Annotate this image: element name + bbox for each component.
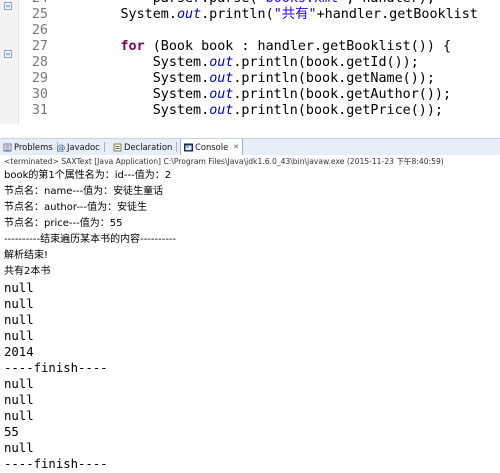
code-token: out [209, 87, 234, 102]
tab-separator [103, 142, 105, 152]
console-line: 节点名：price---值为：55 [4, 218, 123, 229]
line-number: 29 [31, 71, 48, 86]
line-number: 28 [31, 55, 48, 70]
code-token: .println(book.getName()); [233, 71, 435, 86]
code-token: .println( [201, 7, 274, 22]
line-number: 24 [18, 0, 56, 7]
line-number: 31 [31, 103, 48, 118]
code-line: 29 System.out.println(book.getName()); [18, 71, 500, 87]
editor-gutter [0, 0, 19, 124]
declaration-icon [113, 143, 122, 152]
code-line: 26 [18, 23, 500, 39]
console-output[interactable]: book的第1个属性名为：id---值为：2 节点名：name---值为：安徒生童… [0, 168, 500, 473]
code-token: out [209, 55, 234, 70]
line-number: 25 [31, 7, 48, 22]
code-token: System. [56, 7, 177, 22]
console-line: null [4, 281, 34, 295]
tab-label: Problems [14, 142, 53, 152]
tab-declaration[interactable]: Declaration [110, 139, 180, 155]
console-line: 解析结束! [4, 250, 49, 261]
tab-label: Console [195, 142, 229, 152]
view-tab-bar: Problems @ Javadoc Declaration Console ✕ [0, 138, 500, 156]
console-line: null [4, 313, 34, 327]
code-token: out [209, 71, 234, 86]
code-token: System. [56, 87, 210, 102]
console-line: 2014 [4, 345, 34, 359]
code-line: 30 System.out.println(book.getAuthor()); [18, 87, 500, 103]
tab-problems[interactable]: Problems [0, 139, 61, 155]
line-number: 27 [31, 39, 48, 54]
console-line: ----finish---- [4, 457, 108, 471]
code-token: .println(book.getId()); [233, 55, 419, 70]
svg-text:@: @ [57, 144, 66, 152]
code-token: .println(book.getAuthor()); [233, 87, 452, 102]
tab-separator [176, 142, 178, 152]
code-editor[interactable]: 24 parser.parse("books.xml", handler);25… [0, 0, 500, 124]
code-token: +handler.getBooklist [316, 7, 478, 22]
javadoc-icon: @ [56, 143, 66, 152]
fold-marker-icon[interactable] [4, 50, 12, 58]
code-token: ", handler); [338, 0, 435, 6]
breakpoint-marker-icon[interactable] [4, 2, 12, 10]
tab-label: Javadoc [67, 142, 100, 152]
code-token: out [209, 103, 234, 118]
code-line: 27 for (Book book : handler.getBooklist(… [18, 39, 500, 55]
console-line: null [4, 441, 34, 455]
console-line: 节点名：name---值为：安徒生童话 [4, 186, 164, 197]
console-icon [184, 143, 193, 152]
code-line: 28 System.out.println(book.getId()); [18, 55, 500, 71]
console-line: null [4, 393, 34, 407]
console-line: 共有2本书 [4, 266, 51, 277]
code-token: System. [56, 103, 210, 118]
code-line: 24 parser.parse("books.xml", handler); [18, 0, 500, 7]
code-line: 25 System.out.println("共有"+handler.getBo… [18, 7, 500, 23]
tab-label: Declaration [124, 142, 173, 152]
console-line: null [4, 297, 34, 311]
code-token: parser.parse(" [56, 0, 266, 6]
code-line: 31 System.out.println(book.getPrice()); [18, 103, 500, 119]
console-line: null [4, 329, 34, 343]
code-token: (Book book : handler.getBooklist()) { [144, 39, 452, 54]
console-line: book的第1个属性名为：id---值为：2 [4, 170, 172, 181]
code-token: System. [56, 55, 210, 70]
code-token: "共有" [273, 7, 317, 22]
tab-javadoc[interactable]: @ Javadoc [53, 139, 108, 155]
console-status: <terminated> SAXText [Java Application] … [0, 155, 500, 168]
console-line: 55 [4, 425, 19, 439]
console-line: 节点名：author---值为：安徒生 [4, 202, 148, 213]
tab-console[interactable]: Console ✕ [180, 139, 244, 155]
console-line: null [4, 409, 34, 423]
code-token: .println(book.getPrice()); [233, 103, 443, 118]
code-token: out [176, 7, 202, 22]
line-number: 26 [31, 23, 48, 38]
code-token: books.xml [266, 0, 339, 6]
console-line: ----finish---- [4, 361, 108, 375]
close-icon[interactable]: ✕ [233, 139, 239, 155]
problems-icon [3, 143, 12, 152]
console-line: null [4, 377, 34, 391]
code-token: for [120, 39, 145, 54]
console-line: ----------结束遍历某本书的内容---------- [4, 234, 177, 245]
code-token: System. [56, 71, 210, 86]
line-number: 30 [31, 87, 48, 102]
